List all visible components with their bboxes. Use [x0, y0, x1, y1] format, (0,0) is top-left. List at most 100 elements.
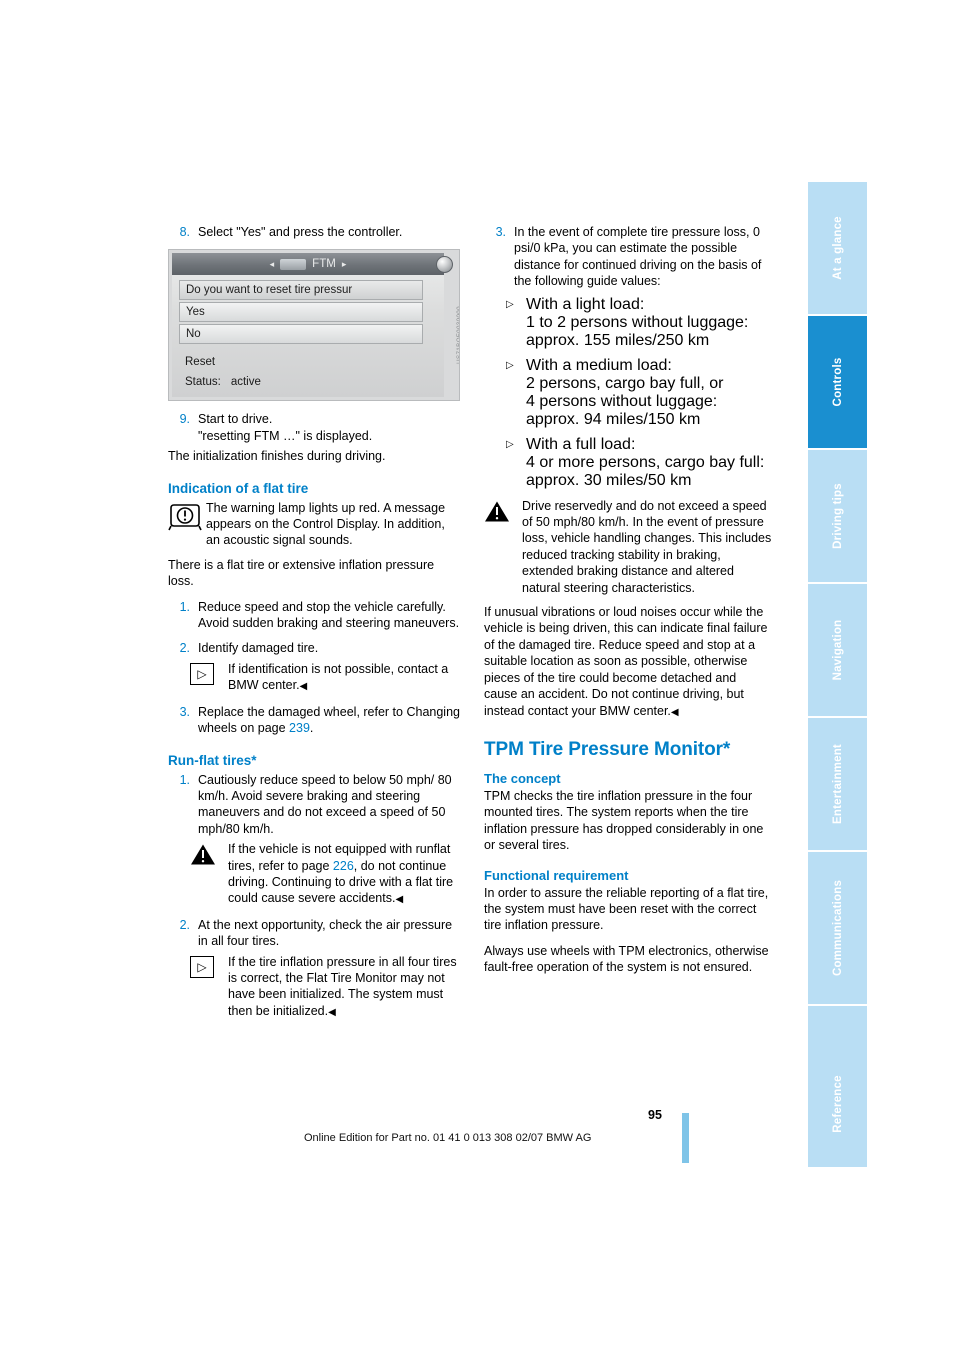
- triangle-bullet-icon: ▷: [506, 298, 514, 310]
- status-value: active: [230, 376, 261, 389]
- guide-value-title: With a medium load:: [526, 356, 672, 374]
- drive-warning-text: Drive reservedly and do not exceed a spe…: [522, 498, 772, 595]
- sidebar-item-label: Communications: [831, 879, 844, 977]
- sidebar-item-reference[interactable]: Reference: [808, 1040, 867, 1167]
- flat-tire-paragraph: There is a flat tire or extensive inflat…: [168, 557, 435, 589]
- sidebar-item-navigation[interactable]: Navigation: [808, 584, 867, 716]
- warning-triangle-icon: [190, 841, 228, 909]
- right-arrow-icon: ▸: [341, 258, 347, 269]
- screen-titlebar: ◂ FTM ▸: [172, 253, 444, 276]
- step-text: At the next opportunity, check the air p…: [198, 917, 453, 949]
- runflat-info-note: ▷ If the tire inflation pressure in all …: [190, 954, 460, 1022]
- guide-value-body: With a full load: 4 or more persons, car…: [526, 436, 773, 490]
- end-mark-icon: ◀: [328, 1006, 336, 1018]
- heading-the-concept: The concept: [484, 770, 561, 786]
- step-number: 8.: [179, 225, 190, 239]
- functional-text-1: In order to assure the reliable reportin…: [484, 885, 769, 933]
- step-text: Replace the damaged wheel, refer to Chan…: [198, 704, 460, 737]
- drive-warning-cont-body: If unusual vibrations or loud noises occ…: [484, 605, 768, 718]
- reset-prompt: Do you want to reset tire pressur: [179, 280, 423, 301]
- list-item: 9. Start to drive. "resetting FTM …" is …: [168, 411, 460, 444]
- sidebar-item-driving-tips[interactable]: Driving tips: [808, 450, 867, 582]
- runflat-warning-note: If the vehicle is not equipped with run­…: [190, 841, 460, 909]
- guide-value-title: With a light load:: [526, 295, 645, 313]
- concept-text: TPM checks the tire inflation pressure i…: [484, 788, 764, 853]
- step-text: In the event of complete tire pressure l…: [514, 225, 762, 289]
- step-text-tail: .: [309, 721, 314, 736]
- triangle-bullet-icon: ▷: [506, 359, 514, 371]
- step-text: Start to drive. "resetting FTM …" is dis…: [198, 412, 373, 443]
- list-item: 3. Replace the damaged wheel, refer to C…: [168, 704, 460, 737]
- page-title: TPM Tire Pressure Monitor*: [484, 738, 731, 760]
- end-mark-icon: ◀: [395, 894, 404, 906]
- page-link[interactable]: 239: [289, 721, 310, 735]
- step-number: 2.: [179, 641, 190, 656]
- guide-value-item: ▷ With a light load: 1 to 2 persons with…: [506, 296, 773, 350]
- sidebar-item-label: Reference: [831, 1074, 844, 1133]
- sidebar-item-communications[interactable]: Communications: [808, 852, 867, 1004]
- list-item: 1. Reduce speed and stop the vehicle car…: [168, 599, 460, 632]
- right-column: 3. In the event of complete tire pressur…: [484, 224, 773, 985]
- guide-value-line: 4 persons without luggage:: [526, 392, 718, 410]
- flat-tire-note-text: The warning lamp lights up red. A mes­sa…: [206, 500, 446, 548]
- step-number: 3.: [495, 225, 506, 239]
- step-text-body: Replace the damaged wheel, refer to Chan…: [198, 704, 460, 736]
- ftm-glyph-icon: [280, 258, 307, 270]
- triangle-pointer-icon: ▷: [190, 662, 214, 685]
- runflat-info-body: If the tire inflation pressure in all fo…: [228, 954, 457, 1018]
- step-text: Reduce speed and stop the vehicle care­f…: [198, 599, 460, 631]
- step-number: 1.: [179, 599, 190, 614]
- sidebar-item-controls[interactable]: Controls: [808, 316, 867, 448]
- functional-text-2: Always use wheels with TPM electronics, …: [484, 943, 769, 975]
- guide-value-body: With a medium load: 2 persons, cargo bay…: [526, 357, 773, 429]
- idrive-screenshot: ◂ FTM ▸ Do you want to reset tire pressu…: [168, 249, 460, 402]
- sidebar-item-entertainment[interactable]: Entertainment: [808, 718, 867, 850]
- figure-code: US71BOF0030000: [456, 306, 460, 365]
- guide-value-line: approx. 155 miles/250 km: [526, 331, 710, 349]
- step-text: Identify damaged tire.: [198, 641, 319, 656]
- guide-value-line: 4 or more persons, cargo bay full:: [526, 453, 765, 471]
- step-text: Cautiously reduce speed to below 50 mph/…: [198, 772, 452, 836]
- identify-note-text: If identification is not possible, con­t…: [228, 661, 460, 696]
- list-item: 1. Cautiously reduce speed to below 50 m…: [168, 772, 460, 838]
- guide-value-body: With a light load: 1 to 2 persons withou…: [526, 296, 773, 350]
- guide-value-line: approx. 94 miles/150 km: [526, 410, 701, 428]
- option-no[interactable]: No: [179, 324, 423, 345]
- step-number: 2.: [179, 917, 190, 932]
- flat-tire-warning-note: The warning lamp lights up red. A mes­sa…: [168, 500, 460, 549]
- sidebar-item-at-a-glance[interactable]: At a glance: [808, 182, 867, 314]
- info-arrow-icon: ▷: [190, 661, 228, 696]
- heading-functional-requirement: Functional requirement: [484, 867, 629, 883]
- drive-warning-continuation: If unusual vibrations or loud noises occ…: [484, 604, 773, 721]
- screen-title: FTM: [312, 258, 336, 271]
- runflat-warning-text: If the vehicle is not equipped with run­…: [228, 841, 460, 909]
- sidebar-item-label: At a glance: [831, 216, 844, 280]
- reset-label: Reset: [185, 356, 216, 369]
- guide-value-title: With a full load:: [526, 435, 636, 453]
- guide-value-line: approx. 30 miles/50 km: [526, 471, 692, 489]
- side-tab-strip: At a glance Controls Driving tips Naviga…: [808, 182, 867, 1167]
- manual-page: At a glance Controls Driving tips Naviga…: [0, 0, 954, 1351]
- page-number: 95: [648, 1108, 662, 1122]
- tire-warning-lamp-icon: [168, 500, 206, 549]
- list-item: 2. At the next opportunity, check the ai…: [168, 917, 460, 950]
- status-label: Status:: [185, 376, 221, 389]
- option-yes[interactable]: Yes: [179, 302, 423, 323]
- sidebar-item-label: Driving tips: [831, 483, 844, 549]
- step-number: 1.: [179, 772, 190, 787]
- controller-knob-icon: [436, 256, 453, 274]
- page-link[interactable]: 226: [333, 859, 354, 873]
- guide-value-item: ▷ With a full load: 4 or more persons, c…: [506, 436, 773, 490]
- page-number-bar: [682, 1113, 689, 1163]
- step-text: Select "Yes" and press the controller.: [198, 225, 403, 239]
- sidebar-item-label: Controls: [831, 357, 844, 407]
- footer-text: Online Edition for Part no. 01 41 0 013 …: [304, 1132, 592, 1144]
- triangle-bullet-icon: ▷: [506, 438, 514, 450]
- warning-triangle-icon: [484, 498, 522, 596]
- identify-note-body: If identification is not possible, con­t…: [228, 661, 449, 693]
- runflat-info-text: If the tire inflation pressure in all fo…: [206, 954, 460, 1022]
- status-row: Status: active: [179, 372, 429, 392]
- drive-warning-note: Drive reservedly and do not exceed a spe…: [484, 498, 773, 596]
- heading-run-flat-tires: Run-flat tires*: [168, 752, 257, 768]
- identify-info-note: ▷ If identification is not possible, con…: [190, 661, 460, 696]
